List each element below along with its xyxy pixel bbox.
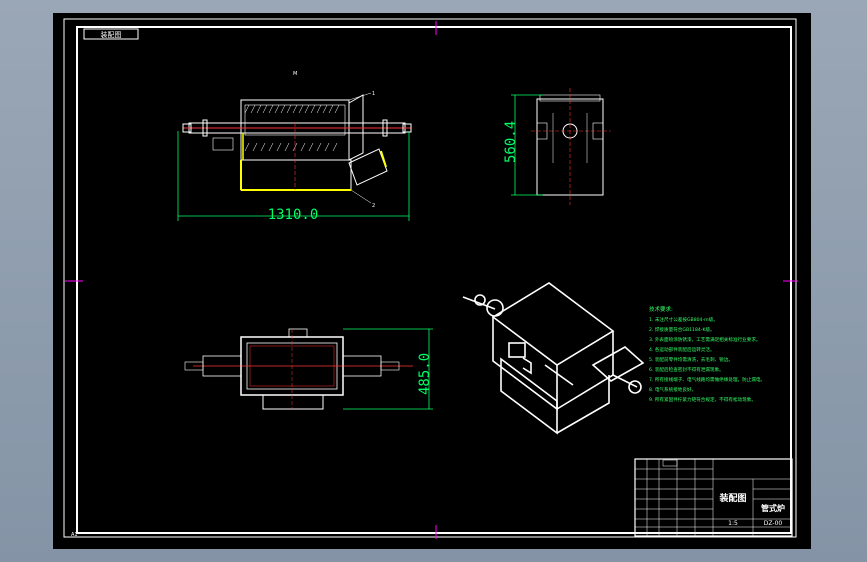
notes-title: 技术要求: bbox=[649, 305, 673, 313]
corner-label: 装配图 bbox=[83, 28, 139, 40]
product-name: 管式炉 bbox=[761, 503, 785, 513]
technical-notes: 技术要求: 1. 未注尺寸公差按GB804-m级。 2. 焊接质量符合GB118… bbox=[649, 305, 765, 403]
note-line-9: 9. 所有紧固件拧紧力矩符合规定，不得有松动现象。 bbox=[649, 396, 756, 403]
leader-2: 2 bbox=[372, 203, 375, 209]
sheet-size-label: A1 bbox=[71, 532, 78, 538]
side-view: 560.4 bbox=[503, 88, 611, 205]
top-view: 485.0 bbox=[184, 328, 433, 410]
front-dimension: 1310.0 bbox=[268, 207, 319, 223]
isometric-view bbox=[462, 282, 645, 435]
drawing-number: DZ-00 bbox=[764, 520, 783, 527]
note-line-8: 8. 电气系统接地良好。 bbox=[649, 386, 696, 393]
front-view: M 1 2 1310.0 bbox=[177, 71, 412, 223]
center-marks bbox=[65, 21, 798, 539]
note-line-2: 2. 焊接质量符合GB1184-K级。 bbox=[649, 326, 715, 333]
inner-border bbox=[76, 26, 792, 534]
top-dimension: 485.0 bbox=[417, 353, 433, 395]
note-line-3: 3. 外表面喷涂防锈漆，工艺需满足相关标准行业要求。 bbox=[649, 336, 761, 343]
note-line-4: 4. 各运动部件装配后运转灵活。 bbox=[649, 346, 715, 353]
cad-viewport[interactable]: 装配图 A1 M 1 2 1310.0 560.4 485.0 技术要求: 1.… bbox=[53, 13, 811, 549]
leader-1: 1 bbox=[372, 91, 375, 97]
note-line-6: 6. 装配后检查密封不得有泄漏现象。 bbox=[649, 366, 724, 373]
side-dimension: 560.4 bbox=[503, 121, 519, 163]
note-line-5: 5. 装配前零件均需清洗，去毛刺、锐边。 bbox=[649, 356, 733, 363]
cad-drawing: 装配图 A1 M 1 2 1310.0 560.4 485.0 技术要求: 1.… bbox=[63, 18, 798, 539]
note-line-1: 1. 未注尺寸公差按GB804-m级。 bbox=[649, 316, 718, 323]
note-line-7: 7. 所有接线端子、电气线路均需做绝缘处理，防止漏电。 bbox=[649, 376, 765, 383]
front-view-label: M bbox=[293, 71, 297, 77]
drawing-type: 装配图 bbox=[718, 492, 746, 504]
title-block: 装配图 管式炉 DZ-00 1:5 bbox=[634, 458, 793, 537]
drawing-scale: 1:5 bbox=[728, 520, 738, 527]
svg-text:装配图: 装配图 bbox=[101, 30, 122, 39]
